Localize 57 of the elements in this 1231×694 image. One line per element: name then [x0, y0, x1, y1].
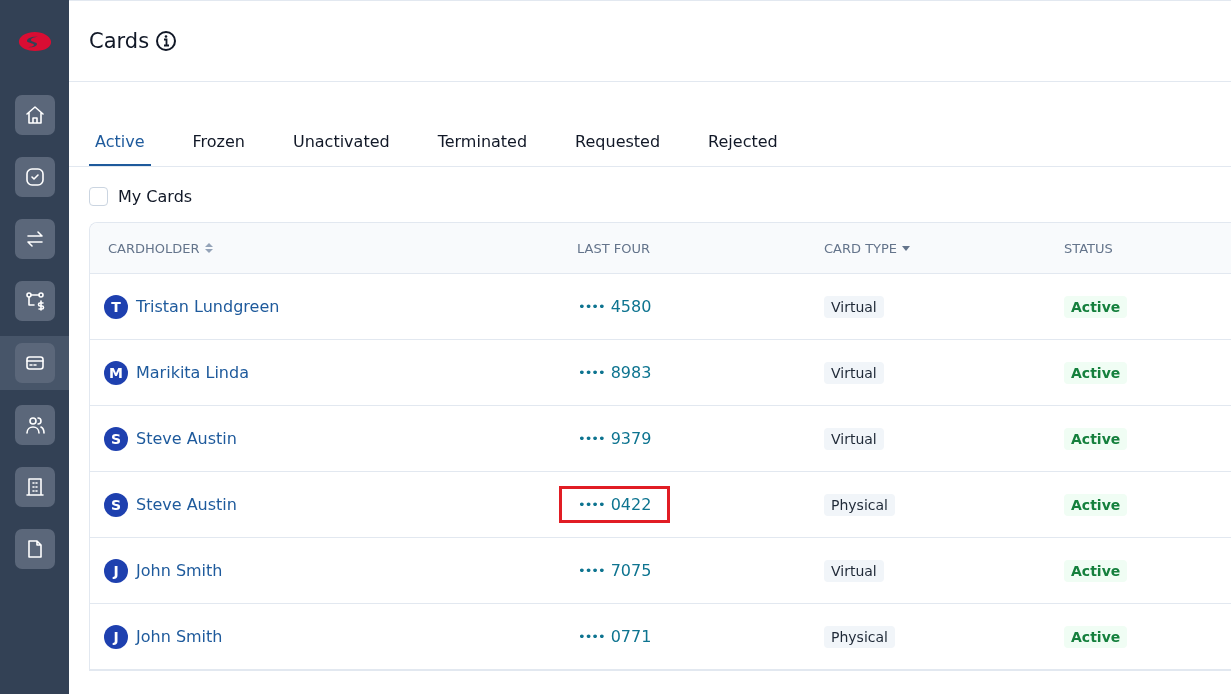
sidebar-nav-button[interactable] — [14, 95, 55, 135]
card-type-tag: Virtual — [824, 427, 884, 450]
cardholder-link[interactable]: Steve Austin — [136, 429, 237, 448]
tab[interactable]: Unactivated — [286, 118, 396, 166]
checkbox[interactable] — [89, 187, 108, 206]
avatar: M — [104, 360, 128, 385]
column-header[interactable]: CARD TYPE — [824, 240, 898, 256]
status-badge: Active — [1064, 625, 1128, 648]
cardholder-link[interactable]: Tristan Lundgreen — [136, 297, 280, 316]
building-icon — [23, 476, 46, 498]
cardholder-link[interactable]: Marikita Linda — [136, 363, 249, 382]
tab[interactable]: Requested — [569, 118, 667, 166]
tab[interactable]: Active — [89, 118, 151, 166]
checkbox-label: My Cards — [118, 187, 193, 206]
info-icon[interactable] — [155, 30, 178, 52]
sidebar-nav-button[interactable] — [14, 405, 55, 445]
cardholder-link[interactable]: John Smith — [136, 561, 223, 580]
avatar: T — [104, 294, 128, 319]
last-four-link[interactable]: •••• 0422 — [559, 486, 671, 523]
sidebar-nav-button[interactable] — [14, 281, 55, 321]
users-icon — [23, 414, 46, 436]
cardholder-link[interactable]: John Smith — [136, 627, 223, 646]
sidebar-nav-button[interactable] — [14, 467, 55, 507]
card-type-tag: Physical — [824, 493, 895, 516]
column-header: LAST FOUR — [577, 240, 651, 256]
sidebar-nav-button[interactable] — [14, 157, 55, 197]
last-four-link[interactable]: •••• 0771 — [559, 618, 671, 655]
last-four-link[interactable]: •••• 9379 — [559, 420, 671, 457]
column-header[interactable]: CARDHOLDER — [108, 240, 200, 256]
status-badge: Active — [1064, 295, 1128, 318]
avatar: J — [104, 624, 128, 649]
avatar: S — [104, 492, 128, 517]
status-badge: Active — [1064, 361, 1128, 384]
page-title: Cards — [89, 29, 150, 53]
card-type-tag: Virtual — [824, 559, 884, 582]
card-type-tag: Virtual — [824, 361, 884, 384]
card-type-tag: Virtual — [824, 295, 884, 318]
cardholder-link[interactable]: Steve Austin — [136, 495, 237, 514]
home-icon — [23, 104, 46, 126]
sidebar-nav-button[interactable] — [14, 343, 55, 383]
status-badge: Active — [1064, 427, 1128, 450]
sidebar-nav-button[interactable] — [14, 529, 55, 569]
column-header: STATUS — [1064, 240, 1113, 256]
last-four-link[interactable]: •••• 4580 — [559, 288, 671, 325]
tab[interactable]: Frozen — [186, 118, 251, 166]
check-square-icon — [23, 166, 46, 188]
avatar: S — [104, 426, 128, 451]
tab[interactable]: Rejected — [702, 118, 784, 166]
avatar: J — [104, 558, 128, 583]
last-four-link[interactable]: •••• 8983 — [559, 354, 671, 391]
card-type-tag: Physical — [824, 625, 895, 648]
status-badge: Active — [1064, 493, 1128, 516]
sidebar-nav-button[interactable] — [14, 219, 55, 259]
tab[interactable]: Terminated — [431, 118, 534, 166]
status-badge: Active — [1064, 559, 1128, 582]
branch-dollar-icon — [23, 290, 46, 312]
last-four-link[interactable]: •••• 7075 — [559, 552, 671, 589]
